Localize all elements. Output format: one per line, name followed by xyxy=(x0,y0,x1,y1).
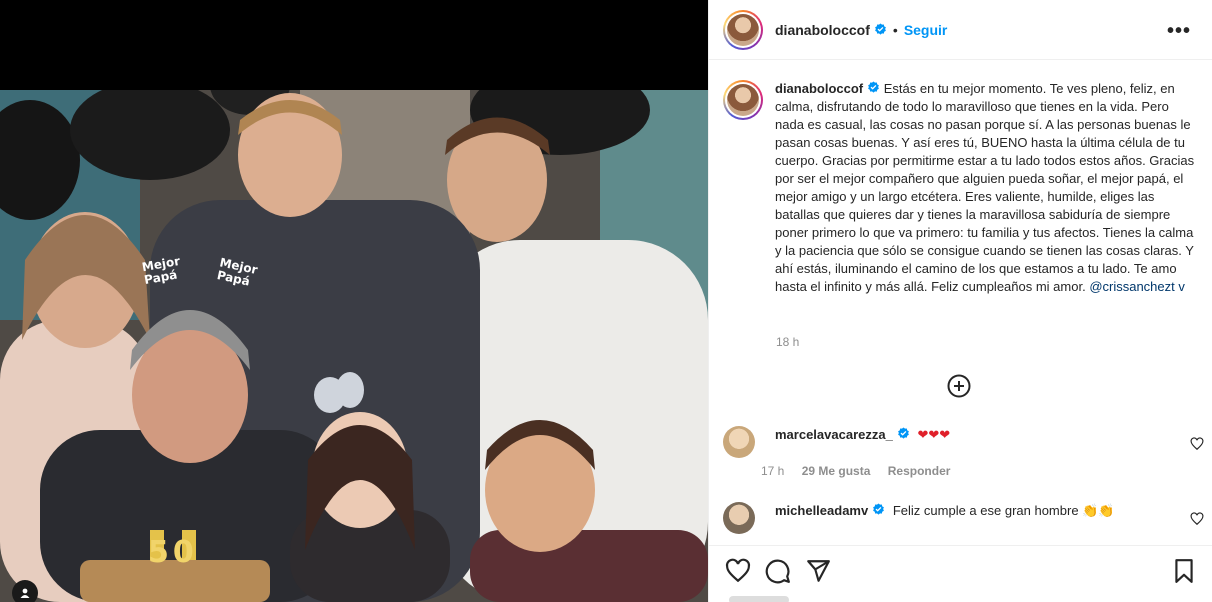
comment-time: 17 h xyxy=(761,464,785,478)
more-options-button[interactable]: ••• xyxy=(1167,20,1191,43)
follow-button[interactable]: Seguir xyxy=(904,22,948,38)
comment-icon[interactable] xyxy=(765,558,791,584)
comment-text: Feliz cumple a ese gran hombre 👏👏 xyxy=(892,503,1115,518)
family-photo-illustration xyxy=(0,90,708,602)
author-avatar[interactable] xyxy=(723,9,763,50)
candle-number: 50 xyxy=(148,535,198,570)
commenter-avatar[interactable] xyxy=(723,426,755,458)
comment-item: michelleadamv Feliz cumple a ese gran ho… xyxy=(723,502,1199,534)
commenter-avatar[interactable] xyxy=(723,502,755,534)
caption-author-avatar[interactable] xyxy=(723,80,763,120)
commenter-username[interactable]: marcelavacarezza_ xyxy=(775,427,893,442)
likes-avatars-strip[interactable] xyxy=(729,596,789,602)
verified-badge-icon xyxy=(875,23,886,35)
tagged-users-icon[interactable] xyxy=(12,580,38,602)
post-photo[interactable]: Mejor Papá Mejor Papá 50 xyxy=(0,90,708,602)
post-caption: dianaboloccof Estás en tu mejor momento.… xyxy=(723,80,1199,296)
comment-reply-button[interactable]: Responder xyxy=(888,464,951,478)
plus-circle-icon[interactable] xyxy=(947,374,971,398)
separator-dot: • xyxy=(892,21,898,38)
comment-body: marcelavacarezza_ ❤❤❤ xyxy=(775,426,950,458)
heart-icon[interactable] xyxy=(725,558,751,584)
comment-body: michelleadamv Feliz cumple a ese gran ho… xyxy=(775,502,1115,534)
post-header: dianaboloccof • Seguir ••• xyxy=(709,0,1212,60)
comment-likes[interactable]: 29 Me gusta xyxy=(802,464,871,478)
commenter-username[interactable]: michelleadamv xyxy=(775,503,868,518)
comment-text: ❤❤❤ xyxy=(917,427,951,442)
caption-body: Estás en tu mejor momento. Te ves pleno,… xyxy=(775,81,1195,294)
post-action-bar xyxy=(709,545,1212,602)
author-username[interactable]: dianaboloccof xyxy=(775,22,870,38)
post-photo-area[interactable]: Mejor Papá Mejor Papá 50 xyxy=(0,0,708,602)
heart-icon[interactable] xyxy=(1190,437,1204,451)
bookmark-icon[interactable] xyxy=(1171,558,1197,584)
comment-item: marcelavacarezza_ ❤❤❤ xyxy=(723,426,1199,458)
caption-text-block: dianaboloccof Estás en tu mejor momento.… xyxy=(775,80,1195,296)
heart-icon[interactable] xyxy=(1190,512,1204,526)
caption-username[interactable]: dianaboloccof xyxy=(775,81,863,96)
comment-meta: 17 h 29 Me gusta Responder xyxy=(761,464,964,478)
verified-badge-icon xyxy=(868,81,880,93)
verified-badge-icon xyxy=(897,427,909,439)
post-side-panel: dianaboloccof • Seguir ••• dianaboloccof… xyxy=(708,0,1212,602)
caption-time: 18 h xyxy=(776,335,800,349)
paper-plane-icon[interactable] xyxy=(805,558,831,584)
caption-mention-link[interactable]: @crissanchezt v xyxy=(1089,279,1185,294)
verified-badge-icon xyxy=(873,503,885,515)
